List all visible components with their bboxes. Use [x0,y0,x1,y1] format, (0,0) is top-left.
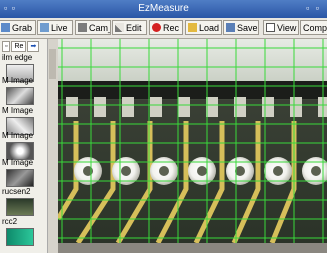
view-icon [266,23,275,32]
live-icon [40,23,49,32]
title-bar: ▫ ▫ EzMeasure ▫ ▫ [0,0,327,18]
record-label: Rec [163,22,180,33]
toolbar: Grab Live Cam_1 Edit Rec Load Save View … [0,18,327,39]
compare-button[interactable]: Compa [300,20,327,35]
save-button[interactable]: Save [223,20,259,35]
record-icon [152,23,161,32]
camera-view[interactable] [58,39,327,243]
grab-label: Grab [12,22,33,33]
load-button[interactable]: Load [185,20,222,35]
compare-label: Compa [303,22,327,33]
view-label: View [277,22,297,33]
panel-options-button[interactable]: ▫ [2,41,11,52]
panel-header: ▫ Re ➡ [2,41,45,52]
pcb-image [58,39,327,243]
save-icon [226,23,235,32]
window-title: EzMeasure [138,3,189,14]
list-item-thumbnail[interactable] [6,228,34,246]
list-item-label[interactable]: M Image [2,131,44,140]
next-arrow-icon[interactable]: ➡ [27,41,40,52]
status-strip [58,243,327,253]
scrollbar-thumb[interactable] [49,49,56,79]
list-item-label[interactable]: ilm edge [2,53,44,62]
view-button[interactable]: View [263,20,299,35]
window-controls[interactable]: ▫ ▫ [306,3,321,13]
load-label: Load [199,22,220,33]
load-icon [188,23,197,32]
edit-label: Edit [126,22,142,33]
grab-icon [1,23,10,32]
list-item-thumbnail[interactable] [6,87,34,105]
camera-icon [78,23,87,32]
camera-select[interactable]: Cam_1 [75,20,111,35]
list-item-label[interactable]: rcc2 [2,217,44,226]
list-item-label[interactable]: M Image [2,158,44,167]
panel-scrollbar[interactable] [47,39,58,253]
list-item-thumbnail[interactable] [6,169,34,187]
list-item-thumbnail[interactable] [6,198,34,216]
save-label: Save [237,22,258,33]
panel-tab[interactable]: Re [11,41,27,52]
live-label: Live [51,22,68,33]
list-item-label[interactable]: M Image [2,76,44,85]
list-item-label[interactable]: rucsen2 [2,187,44,196]
edit-button[interactable]: Edit [112,20,147,35]
list-item-label[interactable]: M Image [2,106,44,115]
edit-icon [115,23,124,32]
camera-label: Cam_1 [89,22,110,33]
live-button[interactable]: Live [37,20,73,35]
image-list-panel: ▫ Re ➡ ilm edge M Image M Image M Image … [0,39,48,253]
grab-button[interactable]: Grab [0,20,36,35]
record-button[interactable]: Rec [149,20,183,35]
chip-body [58,81,327,99]
